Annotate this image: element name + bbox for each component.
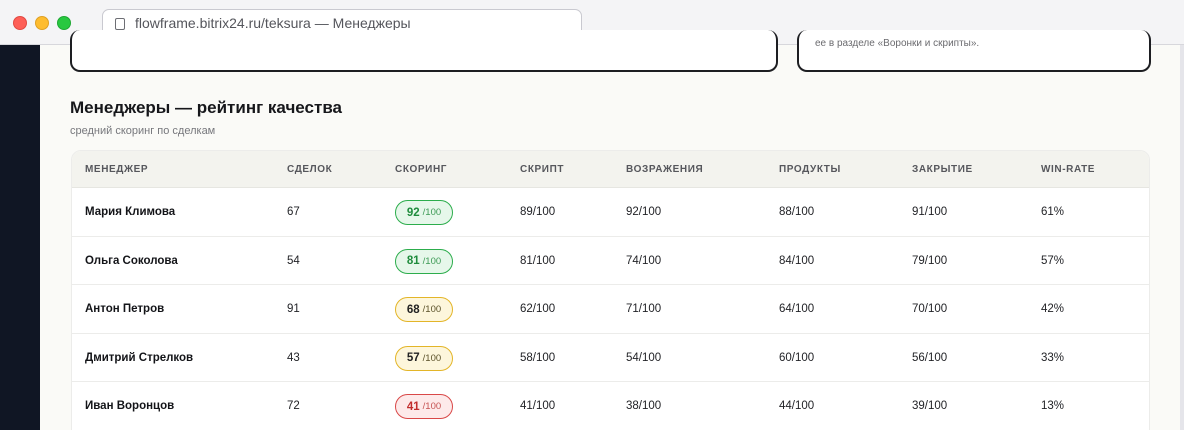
address-bar-text: flowframe.bitrix24.ru/teksura — Менеджер… — [135, 15, 411, 31]
score-badge: 81/100 — [395, 248, 453, 274]
minimize-window-button[interactable] — [35, 16, 49, 30]
script-score: 81/100 — [520, 254, 556, 267]
products-score: 60/100 — [779, 351, 815, 364]
closing-score: 39/100 — [912, 400, 948, 412]
score-suffix: /100 — [422, 207, 442, 218]
objections-score: 38/100 — [626, 400, 662, 412]
deals-count: 91 — [287, 303, 300, 315]
score-badge: 68/100 — [395, 297, 453, 322]
table-header: МЕНЕДЖЕР СДЕЛОК СКОРИНГ СКРИПТ ВОЗРАЖЕНИ… — [72, 151, 1149, 188]
header-closing[interactable]: ЗАКРЫТИЕ — [912, 164, 973, 175]
winrate-value: 61% — [1041, 206, 1065, 218]
products-score: 88/100 — [779, 206, 815, 218]
header-deals[interactable]: СДЕЛОК — [287, 164, 332, 175]
lock-icon — [115, 18, 125, 30]
manager-name: Антон Петров — [85, 303, 165, 315]
score-value: 81 — [406, 255, 420, 267]
manager-name: Иван Воронцов — [85, 400, 175, 412]
score-suffix: /100 — [422, 401, 442, 412]
info-card-left — [70, 30, 778, 72]
script-score: 41/100 — [520, 400, 556, 412]
header-scoring[interactable]: СКОРИНГ — [395, 164, 447, 175]
table-row[interactable]: Дмитрий Стрелков 43 57/100 58/100 54/100… — [72, 334, 1149, 382]
closing-score: 91/100 — [912, 206, 948, 218]
objections-score: 92/100 — [626, 206, 662, 218]
score-suffix: /100 — [422, 304, 442, 315]
winrate-value: 42% — [1041, 303, 1065, 315]
score-suffix: /100 — [422, 352, 442, 364]
scrollbar-track[interactable] — [1180, 45, 1184, 430]
header-winrate[interactable]: WIN-RATE — [1041, 164, 1095, 175]
winrate-value: 57% — [1041, 254, 1065, 267]
deals-count: 67 — [287, 206, 300, 218]
browser-window: flowframe.bitrix24.ru/teksura — Менеджер… — [0, 0, 1184, 430]
objections-score: 74/100 — [626, 254, 662, 267]
header-script[interactable]: СКРИПТ — [520, 164, 564, 175]
score-value: 92 — [406, 206, 420, 219]
score-badge: 57/100 — [395, 345, 453, 371]
score-badge: 41/100 — [395, 394, 453, 419]
deals-count: 43 — [287, 351, 300, 364]
deals-count: 72 — [287, 400, 300, 412]
table-row[interactable]: Ольга Соколова 54 81/100 81/100 74/100 8… — [72, 237, 1149, 285]
section-title: Менеджеры — рейтинг качества — [70, 98, 342, 117]
manager-name: Ольга Соколова — [85, 254, 178, 267]
products-score: 44/100 — [779, 400, 815, 412]
manager-name: Дмитрий Стрелков — [85, 351, 194, 364]
maximize-window-button[interactable] — [57, 16, 71, 30]
managers-table: МЕНЕДЖЕР СДЕЛОК СКОРИНГ СКРИПТ ВОЗРАЖЕНИ… — [71, 150, 1150, 430]
products-score: 64/100 — [779, 303, 815, 315]
winrate-value: 13% — [1041, 400, 1065, 412]
score-value: 57 — [406, 352, 420, 364]
products-score: 84/100 — [779, 254, 815, 267]
info-card-right: ее в разделе «Воронки и скрипты». — [797, 30, 1151, 72]
score-badge: 92/100 — [395, 200, 453, 225]
script-score: 62/100 — [520, 303, 556, 315]
winrate-value: 33% — [1041, 351, 1065, 364]
score-suffix: /100 — [422, 255, 442, 267]
deals-count: 54 — [287, 254, 300, 267]
objections-score: 71/100 — [626, 303, 662, 315]
script-score: 58/100 — [520, 351, 556, 364]
app-sidebar — [0, 45, 40, 430]
objections-score: 54/100 — [626, 351, 662, 364]
closing-score: 70/100 — [912, 303, 948, 315]
table-row[interactable]: Мария Климова 67 92/100 89/100 92/100 88… — [72, 188, 1149, 237]
closing-score: 56/100 — [912, 351, 948, 364]
table-row[interactable]: Антон Петров 91 68/100 62/100 71/100 64/… — [72, 285, 1149, 334]
script-score: 89/100 — [520, 206, 556, 218]
section-subtitle: средний скоринг по сделкам — [70, 125, 216, 137]
info-card-right-text: ее в разделе «Воронки и скрипты». — [815, 38, 980, 49]
score-value: 41 — [406, 400, 420, 413]
header-products[interactable]: ПРОДУКТЫ — [779, 164, 841, 175]
manager-name: Мария Климова — [85, 206, 176, 218]
close-window-button[interactable] — [13, 16, 27, 30]
score-value: 68 — [406, 303, 420, 316]
table-row[interactable]: Иван Воронцов 72 41/100 41/100 38/100 44… — [72, 382, 1149, 430]
closing-score: 79/100 — [912, 254, 948, 267]
header-objections[interactable]: ВОЗРАЖЕНИЯ — [626, 164, 703, 175]
header-manager[interactable]: МЕНЕДЖЕР — [85, 164, 148, 175]
